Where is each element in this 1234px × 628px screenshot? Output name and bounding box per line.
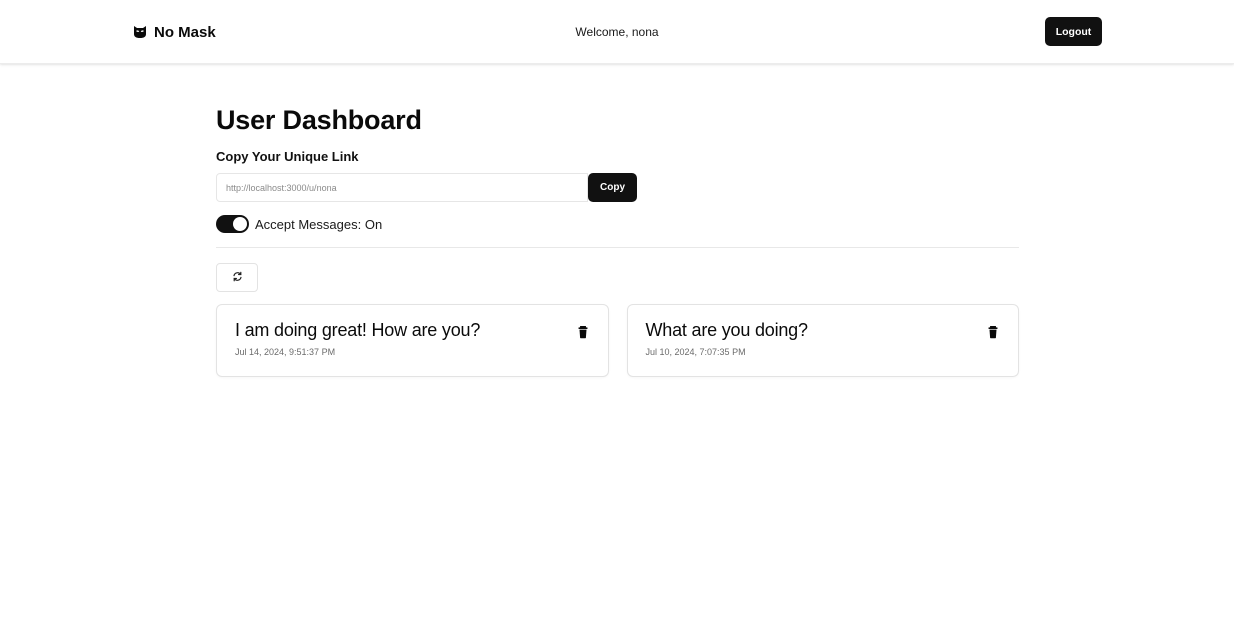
copy-link-label: Copy Your Unique Link	[216, 149, 359, 164]
navbar: No Mask Welcome, nona Logout	[0, 0, 1234, 64]
accept-messages-row: Accept Messages: On	[216, 214, 1019, 234]
trash-icon[interactable]	[986, 325, 1000, 339]
unique-link-input[interactable]	[216, 173, 588, 202]
refresh-icon	[232, 270, 243, 285]
message-card: What are you doing? Jul 10, 2024, 7:07:3…	[626, 304, 1019, 377]
divider	[216, 247, 1019, 248]
accept-messages-label: Accept Messages: On	[255, 216, 383, 232]
accept-messages-switch[interactable]	[216, 215, 249, 233]
message-date: Jul 14, 2024, 9:51:37 PM	[235, 347, 336, 357]
copy-link-row: Copy	[216, 173, 1019, 202]
switch-knob	[233, 217, 247, 231]
trash-icon[interactable]	[576, 325, 590, 339]
message-card: I am doing great! How are you? Jul 14, 2…	[216, 304, 609, 377]
dashboard-main: User Dashboard Copy Your Unique Link Cop…	[216, 100, 1019, 377]
copy-button[interactable]: Copy	[588, 173, 637, 202]
message-text: What are you doing?	[645, 320, 809, 340]
logout-button[interactable]: Logout	[1045, 17, 1102, 46]
page-title: User Dashboard	[216, 105, 422, 135]
message-list: I am doing great! How are you? Jul 14, 2…	[216, 304, 1019, 377]
refresh-button[interactable]	[216, 263, 258, 292]
message-text: I am doing great! How are you?	[235, 320, 481, 340]
message-date: Jul 10, 2024, 7:07:35 PM	[645, 347, 746, 357]
